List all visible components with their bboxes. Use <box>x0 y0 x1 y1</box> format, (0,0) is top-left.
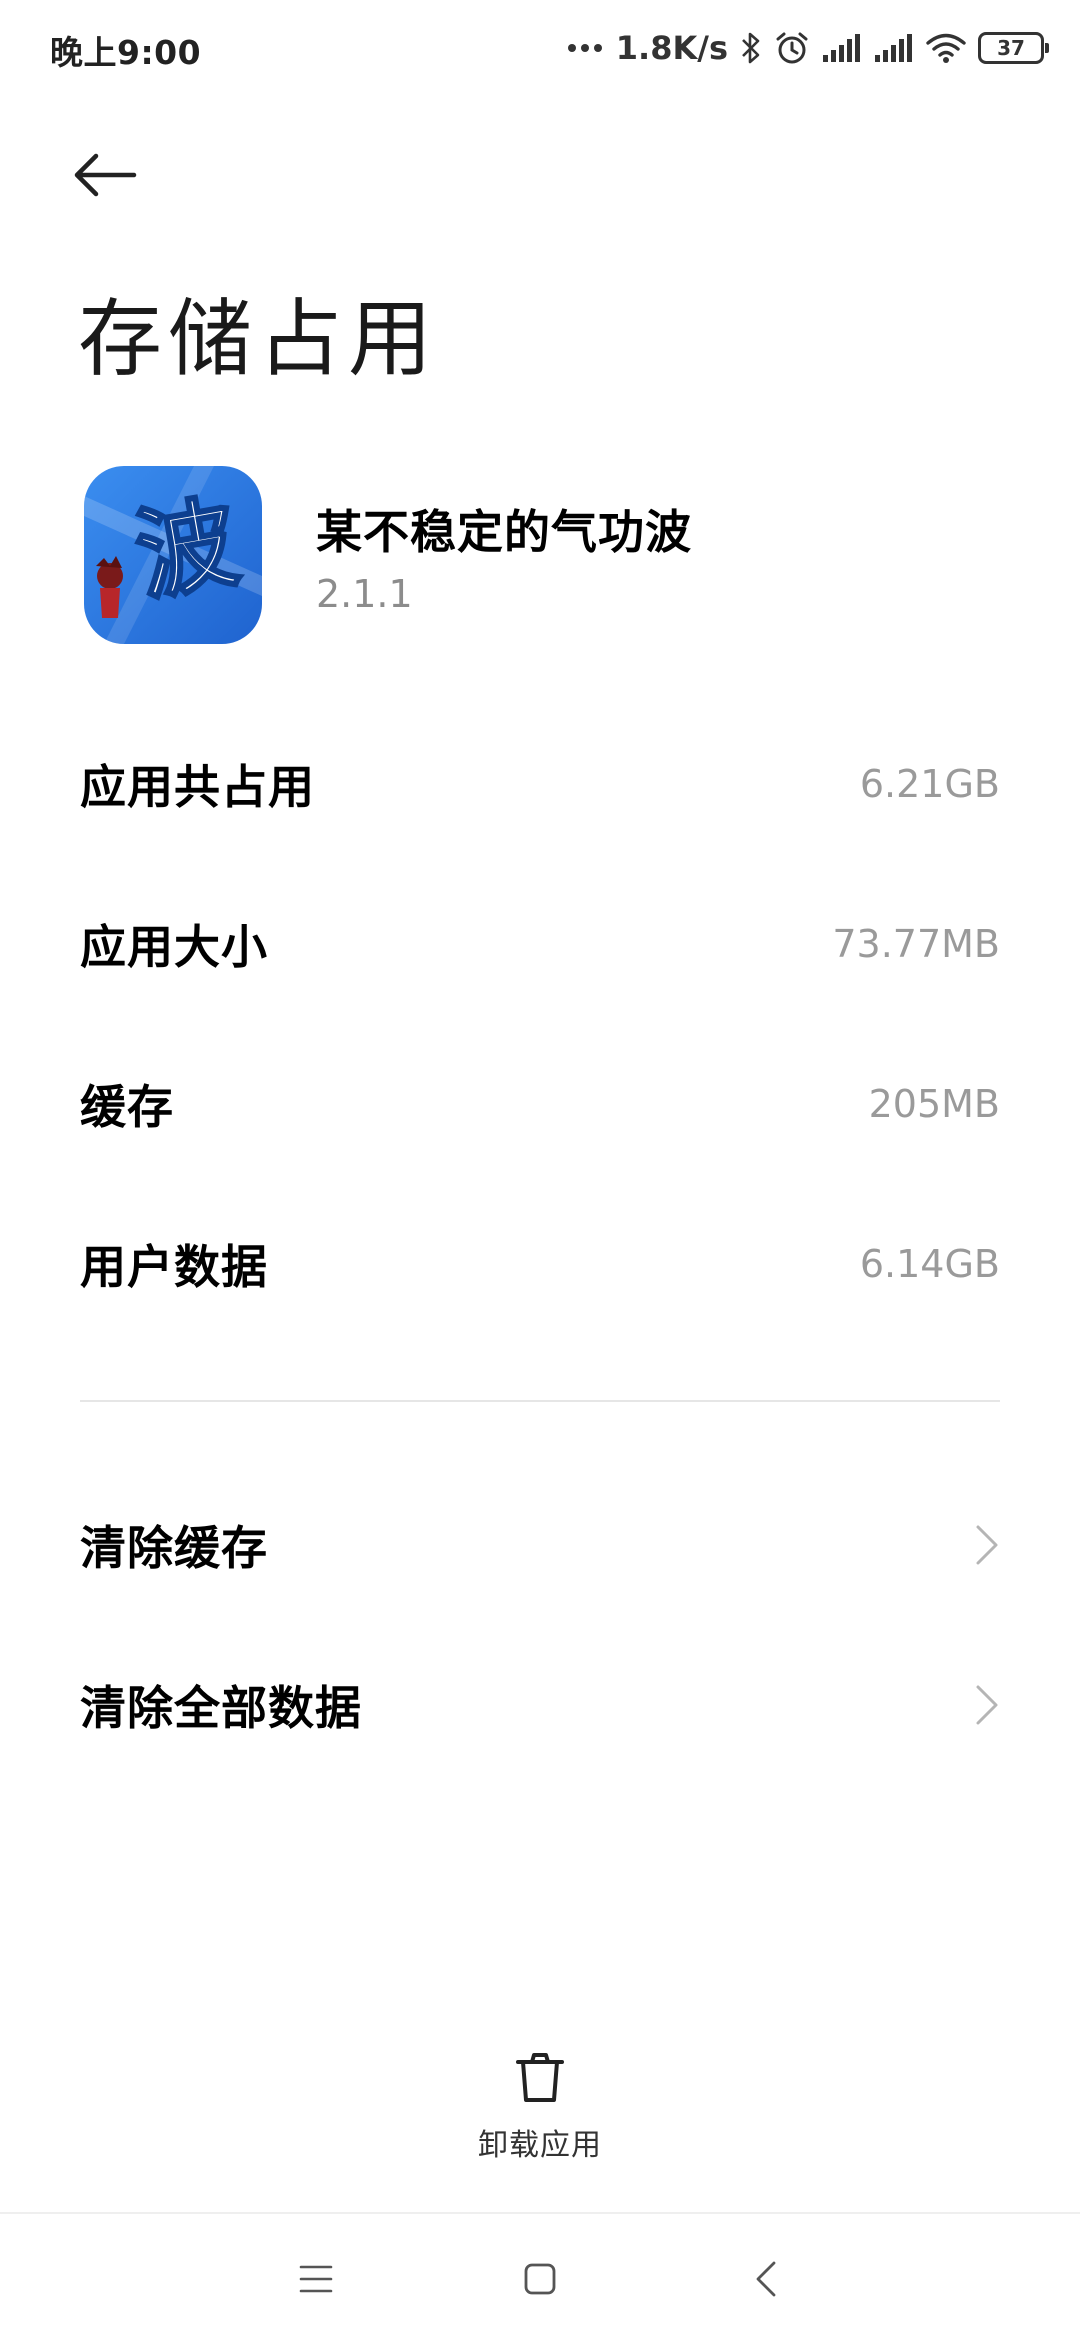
storage-label: 用户数据 <box>80 1240 268 1294</box>
clear-all-data-button[interactable]: 清除全部数据 <box>80 1660 1000 1750</box>
status-bar: 晚上9:00 1.8K/s 37 <box>0 0 1080 96</box>
trash-icon <box>516 2053 564 2102</box>
alarm-icon <box>774 30 810 66</box>
arrow-left-icon <box>74 153 137 197</box>
storage-value: 73.77MB <box>832 922 1000 966</box>
clear-cache-button[interactable]: 清除缓存 <box>80 1500 1000 1590</box>
status-time: 晚上9:00 <box>50 33 202 72</box>
app-icon: 波 <box>84 466 262 644</box>
battery-icon: 37 <box>978 32 1049 64</box>
navigation-bar <box>0 2212 1080 2340</box>
back-icon <box>756 2261 776 2297</box>
app-name: 某不稳定的气功波 <box>316 505 692 559</box>
network-speed: 1.8K/s <box>615 29 728 67</box>
storage-row-total: 应用共占用 6.21GB <box>80 744 1000 824</box>
chevron-right-icon <box>974 1683 1000 1727</box>
storage-row-cache: 缓存 205MB <box>80 1064 1000 1144</box>
storage-row-app-size: 应用大小 73.77MB <box>80 904 1000 984</box>
storage-label: 应用共占用 <box>80 760 315 814</box>
uninstall-label: 卸载应用 <box>478 2128 602 2163</box>
recent-apps-button[interactable] <box>276 2244 356 2314</box>
storage-label: 应用大小 <box>80 920 268 974</box>
storage-value: 205MB <box>868 1082 1000 1126</box>
chevron-right-icon <box>974 1523 1000 1567</box>
signal-icon <box>822 33 862 63</box>
app-version: 2.1.1 <box>316 572 413 616</box>
bluetooth-icon <box>740 31 762 65</box>
wifi-icon <box>926 32 966 64</box>
page-title: 存储占用 <box>78 290 439 388</box>
battery-level: 37 <box>997 36 1025 60</box>
more-dots-icon <box>567 44 602 52</box>
divider <box>80 1400 1000 1402</box>
menu-icon <box>299 2265 333 2293</box>
system-back-button[interactable] <box>726 2244 806 2314</box>
status-icons: 1.8K/s 37 <box>567 24 1049 72</box>
home-button[interactable] <box>500 2244 580 2314</box>
app-icon-glyph: 波 <box>127 483 246 616</box>
uninstall-button[interactable]: 卸载应用 <box>440 2050 640 2170</box>
signal-icon <box>874 33 914 63</box>
action-label: 清除缓存 <box>80 1521 268 1575</box>
back-button[interactable] <box>72 140 162 210</box>
storage-value: 6.14GB <box>859 1242 1000 1286</box>
storage-row-user-data: 用户数据 6.14GB <box>80 1224 1000 1304</box>
storage-value: 6.21GB <box>859 762 1000 806</box>
home-icon <box>524 2263 556 2295</box>
action-label: 清除全部数据 <box>80 1681 362 1735</box>
storage-label: 缓存 <box>80 1080 174 1134</box>
